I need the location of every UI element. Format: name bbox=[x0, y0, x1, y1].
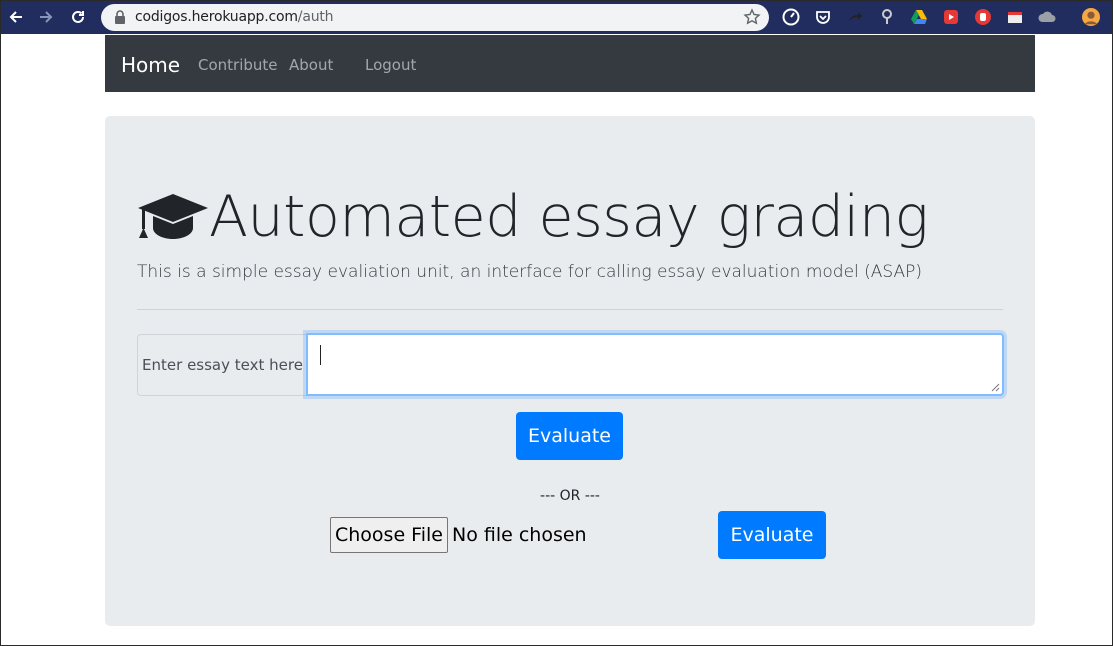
reload-icon[interactable] bbox=[67, 6, 89, 28]
page-subtitle: This is a simple essay evaliation unit, … bbox=[137, 262, 923, 282]
page-title: Automated essay grading bbox=[209, 184, 929, 250]
jumbotron: Automated essay grading This is a simple… bbox=[105, 116, 1035, 626]
nav-logout-link[interactable]: Logout bbox=[365, 56, 416, 74]
essay-input-label: Enter essay text here bbox=[137, 334, 307, 396]
cloud-extension-icon[interactable] bbox=[1037, 7, 1057, 27]
nav-home-link[interactable]: Home bbox=[121, 53, 180, 77]
profile-avatar-icon[interactable] bbox=[1081, 7, 1101, 27]
essay-textarea[interactable] bbox=[306, 333, 1004, 396]
pocket-extension-icon[interactable] bbox=[813, 7, 833, 27]
evaluate-text-button[interactable]: Evaluate bbox=[516, 412, 623, 460]
key-extension-icon[interactable] bbox=[877, 7, 897, 27]
choose-file-button[interactable]: Choose File bbox=[330, 517, 448, 553]
back-arrow-icon[interactable] bbox=[5, 6, 27, 28]
lock-icon bbox=[115, 10, 125, 24]
red-play-extension-icon[interactable] bbox=[941, 7, 961, 27]
nav-about-link[interactable]: About bbox=[289, 56, 333, 74]
forward-arrow-icon[interactable] bbox=[35, 6, 57, 28]
file-status-text: No file chosen bbox=[452, 524, 587, 546]
graduation-cap-icon bbox=[138, 194, 208, 239]
or-separator: --- OR --- bbox=[540, 488, 600, 504]
speed-dial-extension-icon[interactable] bbox=[781, 7, 801, 27]
screenshot-extension-icon[interactable] bbox=[1005, 7, 1025, 27]
divider bbox=[137, 309, 1003, 310]
evaluate-file-button[interactable]: Evaluate bbox=[718, 511, 826, 559]
browser-toolbar: codigos.herokuapp.com/auth bbox=[1, 1, 1112, 34]
resize-handle-icon[interactable] bbox=[991, 383, 1000, 392]
nav-contribute-link[interactable]: Contribute bbox=[198, 56, 278, 74]
url-text[interactable]: codigos.herokuapp.com/auth bbox=[135, 9, 334, 25]
address-bar[interactable]: codigos.herokuapp.com/auth bbox=[101, 4, 769, 31]
google-drive-extension-icon[interactable] bbox=[909, 7, 929, 27]
text-caret bbox=[320, 345, 321, 365]
browser-window: codigos.herokuapp.com/auth Home Contribu… bbox=[0, 0, 1113, 646]
stop-hand-extension-icon[interactable] bbox=[973, 7, 993, 27]
bookmark-star-icon[interactable] bbox=[743, 8, 761, 26]
share-arrow-extension-icon[interactable] bbox=[845, 7, 865, 27]
top-navbar: Home Contribute About Logout bbox=[105, 35, 1035, 92]
